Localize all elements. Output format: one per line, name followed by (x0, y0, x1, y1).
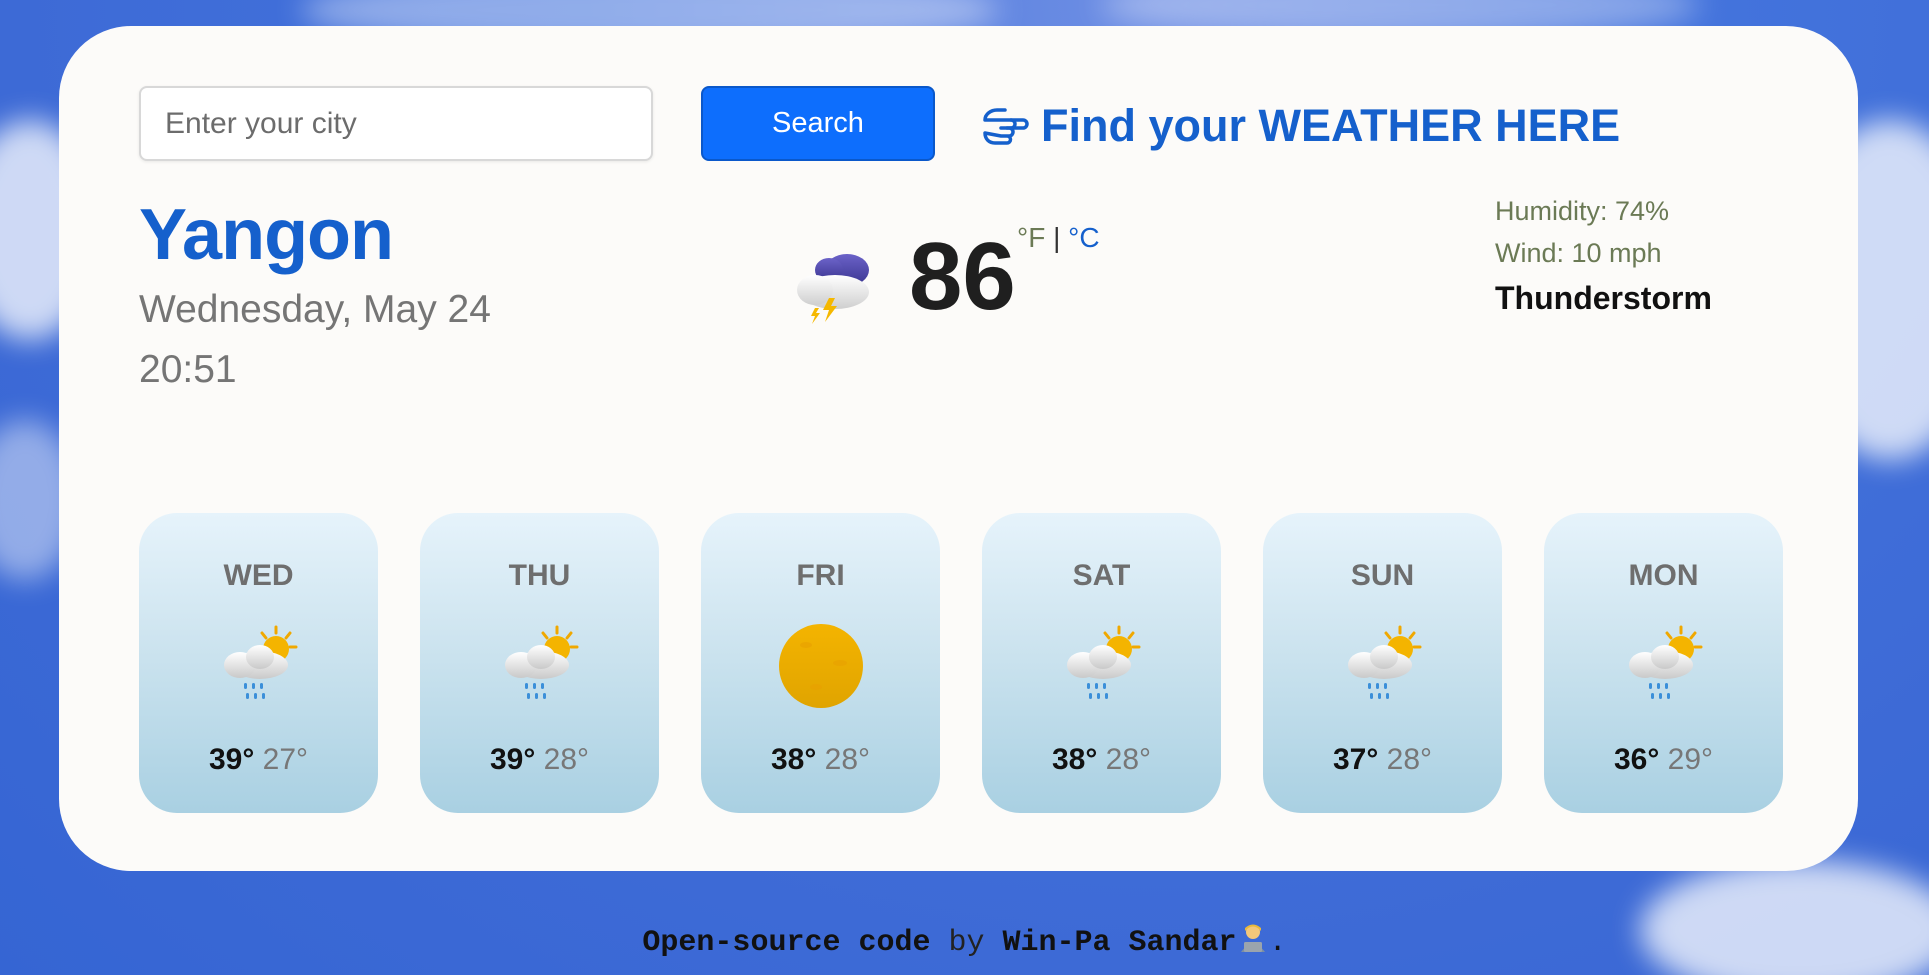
fahrenheit-link[interactable]: °F (1017, 222, 1045, 253)
city-name: Yangon (139, 195, 394, 275)
forecast-max: 38° (770, 743, 817, 776)
forecast-max: 39° (489, 743, 536, 776)
source-code-link[interactable]: Open-source code (642, 926, 930, 960)
author-name[interactable]: Win-Pa Sandar (1003, 926, 1237, 960)
celsius-link[interactable]: °C (1068, 222, 1099, 253)
sun-rain-cloud-icon (222, 625, 297, 701)
forecast-day-card: THU 39° 28° (420, 513, 659, 813)
unit-separator: | (1053, 222, 1061, 253)
pointing-hand-icon (983, 108, 1029, 145)
forecast-min: 28° (1386, 743, 1433, 776)
forecast-day-label: FRI (796, 559, 845, 592)
forecast-max: 39° (208, 743, 255, 776)
forecast-temps: 38° 28° (771, 743, 870, 777)
forecast-min: 28° (543, 743, 590, 776)
unit-toggle: °F | °C (1017, 222, 1100, 254)
current-temperature: 86 (909, 223, 1016, 330)
forecast-max: 37° (1332, 743, 1379, 776)
person-with-laptop-icon (1240, 924, 1265, 952)
forecast-day-label: SAT (1072, 559, 1131, 592)
forecast-day-label: MON (1628, 559, 1699, 592)
forecast-day-card: FRI 38° 28° (701, 513, 940, 813)
footer-end: . (1268, 926, 1287, 960)
forecast-min: 27° (262, 743, 309, 776)
footer-by: by (948, 926, 985, 960)
weather-condition: Thunderstorm (1495, 280, 1712, 316)
forecast-day-label: WED (223, 559, 294, 592)
thunderstorm-icon (797, 254, 869, 324)
sun-icon (778, 624, 863, 708)
wind-value: Wind: 10 mph (1495, 238, 1662, 268)
forecast-day-card: MON 36° 29° (1544, 513, 1783, 813)
sun-rain-cloud-icon (1627, 625, 1702, 701)
current-date: Wednesday, May 24 (139, 288, 491, 331)
forecast-min: 28° (824, 743, 871, 776)
forecast-temps: 36° 29° (1614, 743, 1713, 777)
forecast-temps: 39° 28° (490, 743, 589, 777)
forecast-temps: 39° 27° (209, 743, 308, 777)
humidity-value: Humidity: 74% (1495, 196, 1670, 226)
tagline-text: Find your WEATHER HERE (1041, 100, 1621, 151)
forecast-max: 36° (1613, 743, 1660, 776)
forecast-day-card: SAT 38° 28° (982, 513, 1221, 813)
forecast-temps: 38° 28° (1052, 743, 1151, 777)
forecast-day-card: SUN 37° 28° (1263, 513, 1502, 813)
tagline: Find your WEATHER HERE (981, 96, 1620, 156)
sun-rain-cloud-icon (1346, 625, 1421, 701)
search-button[interactable]: Search (701, 86, 935, 161)
forecast-max: 38° (1051, 743, 1098, 776)
forecast-list: WED 39° 27° THU 39° 28° FRI 38° 28° SAT … (139, 513, 1783, 813)
forecast-min: 29° (1667, 743, 1714, 776)
forecast-day-label: SUN (1350, 559, 1415, 592)
current-time: 20:51 (139, 348, 237, 391)
sun-rain-cloud-icon (1065, 625, 1140, 701)
forecast-temps: 37° 28° (1333, 743, 1432, 777)
sun-rain-cloud-icon (503, 625, 578, 701)
forecast-day-label: THU (508, 559, 571, 592)
city-search-input[interactable] (139, 86, 653, 161)
weather-card: Search Find your WEATHER HERE Yangon Wed… (59, 26, 1858, 871)
forecast-day-card: WED 39° 27° (139, 513, 378, 813)
footer: Open-source code by Win-Pa Sandar . (0, 922, 1929, 960)
forecast-min: 28° (1105, 743, 1152, 776)
